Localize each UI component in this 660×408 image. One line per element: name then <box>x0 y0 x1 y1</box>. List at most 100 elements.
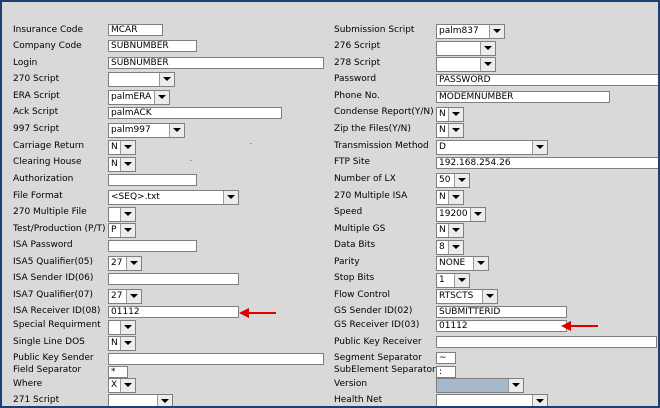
password-field[interactable]: PASSWORD <box>436 74 658 86</box>
script-997-select[interactable]: palm997 <box>108 123 185 138</box>
chevron-down-icon[interactable] <box>120 337 135 350</box>
gs-sender-id-label: GS Sender ID(02) <box>334 306 413 316</box>
phone-no-field[interactable]: MODEMNUMBER <box>436 91 610 103</box>
stop-bits-label: Stop Bits <box>334 273 375 283</box>
ftp-site-field[interactable]: 192.168.254.26 <box>436 157 658 169</box>
submission-script-select[interactable]: palm837 <box>436 24 505 39</box>
version-label: Version <box>334 379 368 389</box>
ftp-site-label: FTP Site <box>334 157 371 167</box>
field-separator-label: Field Separator <box>13 365 82 375</box>
chevron-down-icon[interactable] <box>473 257 488 270</box>
script-270-select[interactable] <box>108 72 175 87</box>
login-field[interactable]: SUBNUMBER <box>108 57 324 69</box>
edi-settings-form: Insurance Code MCAR Company Code SUBNUMB… <box>0 0 660 408</box>
parity-select[interactable]: NONE <box>436 256 489 271</box>
chevron-down-icon[interactable] <box>532 395 547 406</box>
chevron-down-icon[interactable] <box>448 191 463 204</box>
ack-script-field[interactable]: palmACK <box>108 107 282 119</box>
single-line-dos-select[interactable]: N <box>108 336 136 351</box>
subelement-separator-field[interactable]: : <box>436 366 456 378</box>
segment-separator-field[interactable]: ~ <box>436 352 456 364</box>
chevron-down-icon[interactable] <box>448 124 463 137</box>
test-production-label: Test/Production (P/T) <box>13 224 106 234</box>
chevron-down-icon[interactable] <box>157 395 172 406</box>
flow-control-label: Flow Control <box>334 290 390 300</box>
parity-label: Parity <box>334 257 360 267</box>
number-of-lx-select[interactable]: 50 <box>436 173 470 188</box>
authorization-field[interactable] <box>108 174 197 186</box>
chevron-down-icon[interactable] <box>154 91 169 104</box>
company-code-label: Company Code <box>13 41 82 51</box>
chevron-down-icon[interactable] <box>126 257 141 270</box>
stop-bits-select[interactable]: 1 <box>436 273 470 288</box>
multiple-isa-270-select[interactable]: N <box>436 190 464 205</box>
transmission-method-label: Transmission Method <box>334 141 429 151</box>
multiple-gs-select[interactable]: N <box>436 223 464 238</box>
chevron-down-icon[interactable] <box>120 321 135 334</box>
script-278-select[interactable] <box>436 57 496 72</box>
chevron-down-icon[interactable] <box>120 379 135 392</box>
annotation-arrow-gs-receiver-icon <box>561 321 598 331</box>
chevron-down-icon[interactable] <box>489 25 504 38</box>
script-278-label: 278 Script <box>334 58 381 68</box>
where-label: Where <box>13 379 43 389</box>
field-separator-field[interactable]: * <box>108 366 128 378</box>
chevron-down-icon[interactable] <box>454 274 469 287</box>
file-format-select[interactable]: <SEQ>.txt <box>108 190 239 205</box>
chevron-down-icon[interactable] <box>480 42 495 55</box>
submission-script-label: Submission Script <box>334 25 415 35</box>
chevron-down-icon[interactable] <box>454 174 469 187</box>
condense-report-select[interactable]: N <box>436 107 464 122</box>
single-line-dos-label: Single Line DOS <box>13 337 85 347</box>
special-requirement-select[interactable] <box>108 320 136 335</box>
gs-receiver-id-field[interactable]: 01112 <box>436 320 567 332</box>
script-271-select[interactable] <box>108 394 173 406</box>
version-select[interactable] <box>436 378 524 393</box>
transmission-method-select[interactable]: D <box>436 140 548 155</box>
chevron-down-icon[interactable] <box>448 241 463 254</box>
test-production-select[interactable]: P <box>108 223 136 238</box>
isa-password-field[interactable] <box>108 240 197 252</box>
chevron-down-icon[interactable] <box>169 124 184 137</box>
era-script-select[interactable]: palmERA <box>108 90 170 105</box>
clearing-house-label: Clearing House <box>13 157 82 167</box>
zip-files-label: Zip the Files(Y/N) <box>334 124 411 134</box>
company-code-field[interactable]: SUBNUMBER <box>108 40 197 52</box>
carriage-return-label: Carriage Return <box>13 141 85 151</box>
chevron-down-icon[interactable] <box>508 379 523 392</box>
script-271-label: 271 Script <box>13 395 60 405</box>
isa7-qualifier-select[interactable]: 27 <box>108 289 142 304</box>
speed-select[interactable]: 19200 <box>436 207 486 222</box>
isa-sender-id-field[interactable] <box>108 273 239 285</box>
chevron-down-icon[interactable] <box>120 158 135 171</box>
isa5-qualifier-label: ISA5 Qualifier(05) <box>13 257 93 267</box>
chevron-down-icon[interactable] <box>120 208 135 221</box>
chevron-down-icon[interactable] <box>470 208 485 221</box>
zip-files-select[interactable]: N <box>436 123 464 138</box>
chevron-down-icon[interactable] <box>120 141 135 154</box>
isa-receiver-id-field[interactable]: 01112 <box>108 306 239 318</box>
public-key-sender-field[interactable] <box>108 353 324 365</box>
chevron-down-icon[interactable] <box>126 290 141 303</box>
insurance-code-field[interactable]: MCAR <box>108 24 163 36</box>
chevron-down-icon[interactable] <box>448 108 463 121</box>
chevron-down-icon[interactable] <box>120 224 135 237</box>
chevron-down-icon[interactable] <box>223 191 238 204</box>
where-select[interactable]: X <box>108 378 136 393</box>
clearing-house-select[interactable]: N <box>108 157 136 172</box>
chevron-down-icon[interactable] <box>482 290 497 303</box>
health-net-select[interactable] <box>436 394 548 406</box>
data-bits-select[interactable]: 8 <box>436 240 464 255</box>
carriage-return-select[interactable]: N <box>108 140 136 155</box>
chevron-down-icon[interactable] <box>159 73 174 86</box>
public-key-receiver-field[interactable] <box>436 336 657 348</box>
script-276-label: 276 Script <box>334 41 381 51</box>
gs-sender-id-field[interactable]: SUBMITTERID <box>436 306 567 318</box>
chevron-down-icon[interactable] <box>532 141 547 154</box>
chevron-down-icon[interactable] <box>480 58 495 71</box>
multiple-file-270-select[interactable] <box>108 207 136 222</box>
script-276-select[interactable] <box>436 41 496 56</box>
flow-control-select[interactable]: RTSCTS <box>436 289 498 304</box>
chevron-down-icon[interactable] <box>448 224 463 237</box>
isa5-qualifier-select[interactable]: 27 <box>108 256 142 271</box>
